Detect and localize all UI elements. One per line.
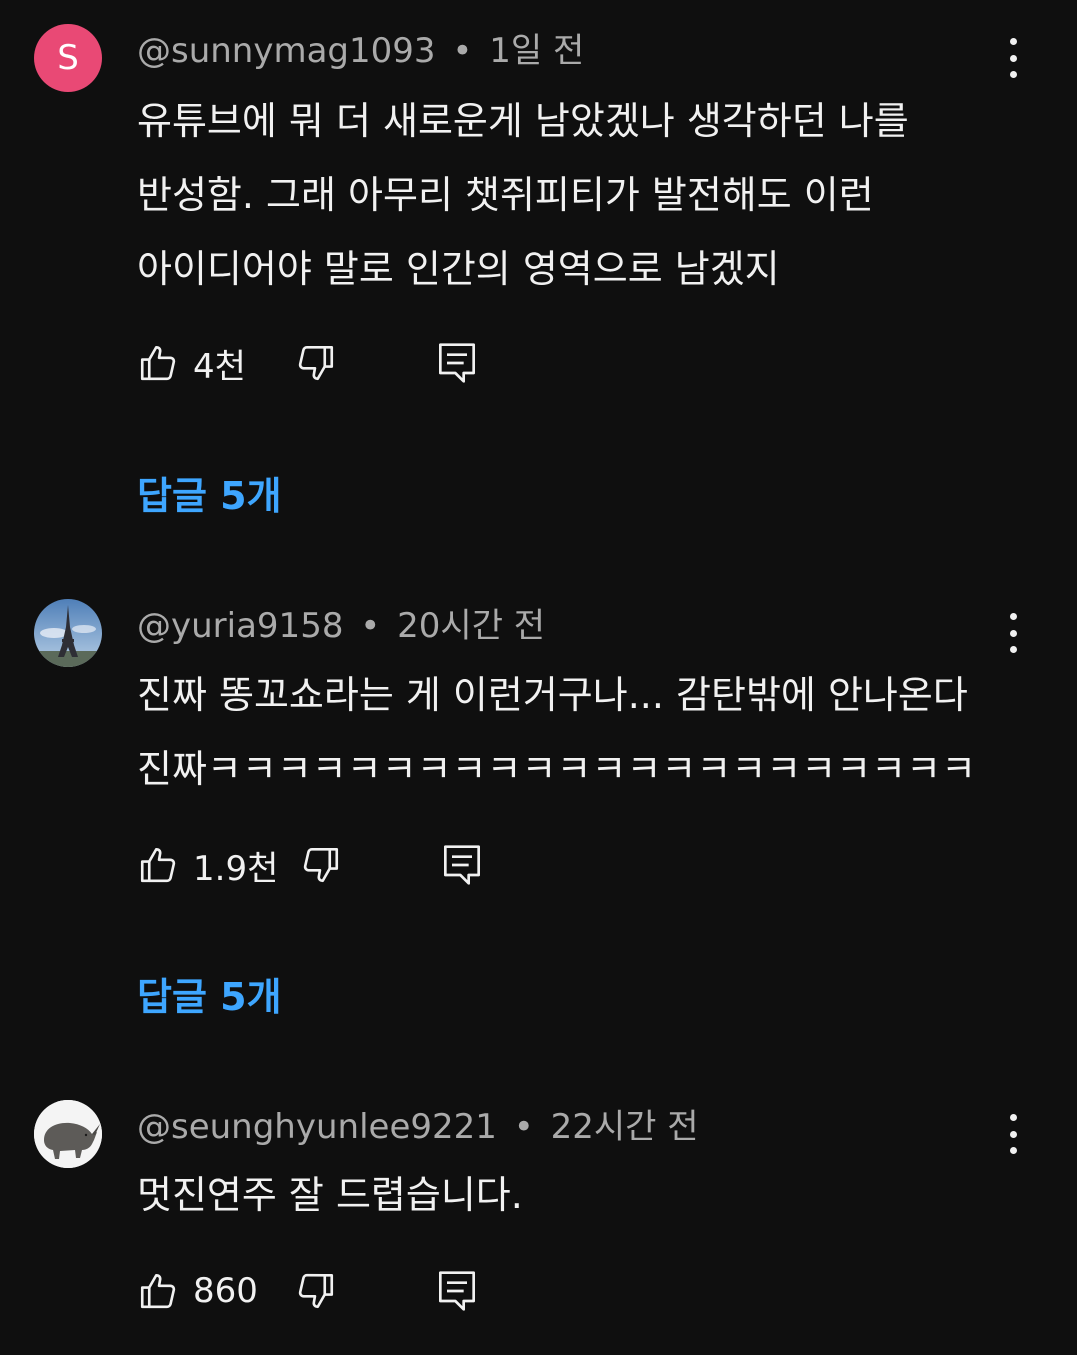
- thumbs-up-icon: [140, 1273, 176, 1309]
- comment-text: 멋진연주 잘 드렵습니다.: [137, 1158, 1037, 1232]
- reply-button[interactable]: [437, 340, 477, 386]
- comment-text: 진짜 똥꼬쇼라는 게 이런거구나... 감탄밖에 안나온다 진짜ㅋㅋㅋㅋㅋㅋㅋㅋ…: [137, 658, 1037, 806]
- thumbs-up-icon: [140, 847, 176, 883]
- like-count: 4천: [193, 346, 246, 387]
- avatar-letter: S: [57, 38, 79, 78]
- avatar[interactable]: [34, 1100, 102, 1168]
- meta-separator: •: [452, 31, 473, 71]
- comment-text-line: 유튜브에 뭐 더 새로운게 남았겠나 생각하던 나를: [137, 99, 909, 143]
- comment-text: 유튜브에 뭐 더 새로운게 남았겠나 생각하던 나를 반성함. 그래 아무리 챗…: [137, 84, 1037, 306]
- dislike-button[interactable]: [295, 1268, 337, 1314]
- more-options-icon[interactable]: [1000, 613, 1026, 653]
- comment-author[interactable]: @sunnymag1093: [137, 31, 436, 71]
- comment-text-line: 멋진연주 잘 드렵습니다.: [137, 1173, 523, 1217]
- meta-separator: •: [360, 606, 381, 646]
- avatar[interactable]: [34, 599, 102, 667]
- more-options-icon[interactable]: [1000, 1114, 1026, 1154]
- comment-actions: 860: [137, 1268, 737, 1314]
- comment-time: 22시간 전: [550, 1107, 699, 1147]
- thumbs-up-icon: [140, 345, 176, 381]
- avatar[interactable]: S: [34, 24, 102, 92]
- dislike-button[interactable]: [300, 842, 342, 888]
- comment-author[interactable]: @yuria9158: [137, 606, 343, 646]
- like-count: 1.9천: [193, 848, 279, 889]
- comment-meta: @seunghyunlee9221 • 22시간 전: [137, 1107, 699, 1147]
- comment-time: 1일 전: [489, 31, 585, 71]
- eiffel-tower-photo-icon: [34, 599, 102, 667]
- reply-button[interactable]: [442, 842, 482, 888]
- like-button[interactable]: 1.9천: [137, 842, 279, 889]
- like-count: 860: [193, 1271, 258, 1311]
- comment-actions: 4천: [137, 340, 737, 387]
- comment-time: 20시간 전: [397, 606, 546, 646]
- rhino-photo-icon: [34, 1100, 102, 1168]
- comment-meta: @yuria9158 • 20시간 전: [137, 606, 545, 646]
- replies-link[interactable]: 답글 5개: [137, 465, 282, 520]
- comment-actions: 1.9천: [137, 842, 737, 889]
- comment-text-line: 아이디어야 말로 인간의 영역으로 남겠지: [137, 247, 780, 291]
- comment-icon: [439, 1271, 475, 1311]
- dislike-button[interactable]: [295, 340, 337, 386]
- comment-meta: @sunnymag1093 • 1일 전: [137, 31, 584, 71]
- comment-author[interactable]: @seunghyunlee9221: [137, 1107, 497, 1147]
- comment-icon: [444, 845, 480, 885]
- thumbs-down-icon: [303, 847, 339, 883]
- meta-separator: •: [513, 1107, 534, 1147]
- like-button[interactable]: 4천: [137, 340, 246, 387]
- comment-icon: [439, 343, 475, 383]
- thumbs-down-icon: [298, 345, 334, 381]
- more-options-icon[interactable]: [1000, 38, 1026, 78]
- comment-text-line: 진짜 똥꼬쇼라는 게 이런거구나... 감탄밖에 안나온다: [137, 673, 968, 717]
- comment-text-line: 반성함. 그래 아무리 챗쥐피티가 발전해도 이런: [137, 173, 874, 217]
- like-button[interactable]: 860: [137, 1268, 258, 1314]
- replies-link[interactable]: 답글 5개: [137, 966, 282, 1021]
- comment-text-line: 진짜ㅋㅋㅋㅋㅋㅋㅋㅋㅋㅋㅋㅋㅋㅋㅋㅋㅋㅋㅋㅋㅋㅋ: [137, 747, 977, 791]
- thumbs-down-icon: [298, 1273, 334, 1309]
- reply-button[interactable]: [437, 1268, 477, 1314]
